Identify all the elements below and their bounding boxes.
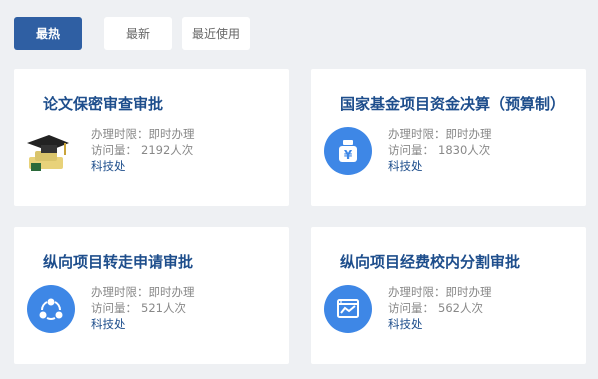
tab-newest[interactable]: 最新 <box>104 17 172 50</box>
card-title[interactable]: 纵向项目转走申请审批 <box>43 251 193 272</box>
department-link[interactable]: 科技处 <box>388 158 492 174</box>
department-link[interactable]: 科技处 <box>388 316 492 332</box>
svg-text:¥: ¥ <box>344 148 353 162</box>
visits-value: 1830人次 <box>438 143 491 157</box>
time-limit-value: 即时办理 <box>148 127 195 141</box>
tab-bar: 最热 最新 最近使用 <box>14 17 250 50</box>
card-meta: 办理时限：即时办理 访问量： 562人次 科技处 <box>388 284 492 332</box>
network-nodes-icon <box>27 285 75 333</box>
service-card-thesis-review[interactable]: 论文保密审查审批 办理时限：即时办理 访问量： 2192人次 科技处 <box>14 69 289 206</box>
visits-label: 访问量： <box>91 143 137 157</box>
tab-hottest[interactable]: 最热 <box>14 17 82 50</box>
card-title[interactable]: 论文保密审查审批 <box>43 93 163 114</box>
time-limit-label: 办理时限： <box>91 285 149 299</box>
visits-label: 访问量： <box>388 143 434 157</box>
time-limit-label: 办理时限： <box>91 127 149 141</box>
card-title[interactable]: 国家基金项目资金决算（预算制） <box>340 93 565 114</box>
visits-value: 562人次 <box>438 301 483 315</box>
visits-value: 521人次 <box>141 301 186 315</box>
browser-chart-icon <box>324 285 372 333</box>
time-limit-value: 即时办理 <box>445 285 492 299</box>
service-card-funding-split[interactable]: 纵向项目经费校内分割审批 办理时限：即时办理 访问量： 562人次 科技处 <box>311 227 586 364</box>
service-card-fund-settlement[interactable]: 国家基金项目资金决算（预算制） ¥ 办理时限：即时办理 访问量： 1830人次 科… <box>311 69 586 206</box>
time-limit-label: 办理时限： <box>388 285 446 299</box>
card-meta: 办理时限：即时办理 访问量： 2192人次 科技处 <box>91 126 195 174</box>
department-link[interactable]: 科技处 <box>91 316 195 332</box>
visits-label: 访问量： <box>388 301 434 315</box>
card-meta: 办理时限：即时办理 访问量： 521人次 科技处 <box>91 284 195 332</box>
tab-recently-used[interactable]: 最近使用 <box>182 17 250 50</box>
graduation-cap-diploma-icon <box>27 135 69 171</box>
visits-value: 2192人次 <box>141 143 194 157</box>
department-link[interactable]: 科技处 <box>91 158 195 174</box>
card-title[interactable]: 纵向项目经费校内分割审批 <box>340 251 520 272</box>
time-limit-label: 办理时限： <box>388 127 446 141</box>
card-meta: 办理时限：即时办理 访问量： 1830人次 科技处 <box>388 126 492 174</box>
visits-label: 访问量： <box>91 301 137 315</box>
money-bag-yuan-icon: ¥ <box>324 127 372 175</box>
service-card-project-transfer[interactable]: 纵向项目转走申请审批 办理时限：即时办理 访问量： 521人次 科技处 <box>14 227 289 364</box>
time-limit-value: 即时办理 <box>445 127 492 141</box>
time-limit-value: 即时办理 <box>148 285 195 299</box>
